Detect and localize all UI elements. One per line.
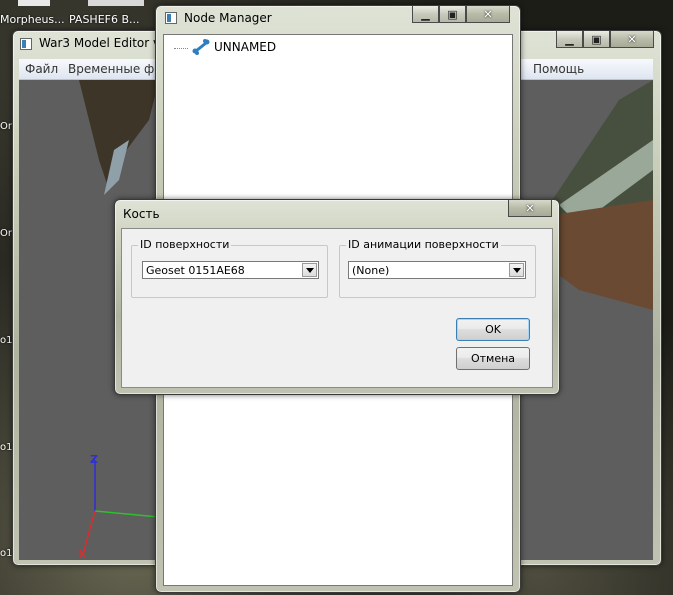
window-title: Node Manager — [184, 11, 272, 25]
geoset-group-label: ID поверхности — [138, 238, 232, 251]
axis-z-label: Z — [90, 453, 98, 466]
close-icon: ✕ — [483, 7, 493, 21]
app-icon — [20, 38, 32, 50]
tree-connector — [174, 47, 188, 49]
chevron-down-icon[interactable] — [509, 263, 524, 277]
geoset-id-value: Geoset 0151AE68 — [146, 264, 245, 277]
minimize-button[interactable]: ▁ — [556, 31, 583, 48]
menu-animation[interactable]: Временные фа — [68, 62, 162, 76]
dialog-title: Кость — [123, 207, 160, 221]
close-button[interactable]: ✕ — [610, 31, 654, 48]
maximize-icon: ▣ — [591, 32, 602, 46]
desktop-edge-label: o1 — [0, 335, 13, 346]
close-icon: ✕ — [627, 32, 637, 46]
desktop-icon-label-morpheus[interactable]: Morpheus... — [0, 13, 65, 26]
minimize-icon: ▁ — [421, 7, 430, 21]
axis-x-line — [83, 510, 96, 551]
geoset-group: ID поверхности Geoset 0151AE68 — [131, 238, 328, 298]
ok-button[interactable]: OK — [456, 318, 530, 341]
minimize-icon: ▁ — [565, 32, 574, 46]
desktop-edge-label: o1 — [0, 548, 13, 559]
geoset-anim-id-value: (None) — [352, 264, 390, 277]
cancel-button[interactable]: Отмена — [456, 347, 530, 370]
axis-x-label: X — [78, 548, 87, 560]
desktop-edge-label: o1 — [0, 442, 13, 453]
geoset-id-select[interactable]: Geoset 0151AE68 — [142, 261, 319, 279]
menu-file[interactable]: Файл — [25, 62, 58, 76]
caption-buttons: ▁ ▣ ✕ — [412, 6, 510, 23]
bone-icon — [192, 39, 210, 55]
close-button[interactable]: ✕ — [466, 6, 510, 23]
tree-item[interactable]: UNNAMED — [174, 39, 276, 55]
geoset-anim-id-select[interactable]: (None) — [348, 261, 526, 279]
geoset-anim-group: ID анимации поверхности (None) — [339, 238, 536, 298]
desktop-icon-thumb-2[interactable] — [88, 0, 144, 6]
desktop-edge-label: Or — [0, 121, 12, 132]
close-button[interactable]: ✕ — [508, 200, 552, 217]
caption-buttons: ✕ — [508, 200, 552, 217]
tree-item-label: UNNAMED — [214, 40, 277, 54]
maximize-button[interactable]: ▣ — [439, 6, 466, 23]
dialog-client: ID поверхности Geoset 0151AE68 ID анимац… — [121, 228, 553, 388]
minimize-button[interactable]: ▁ — [412, 6, 439, 23]
close-icon: ✕ — [525, 201, 535, 215]
geoset-anim-group-label: ID анимации поверхности — [346, 238, 501, 251]
caption-buttons: ▁ ▣ ✕ — [556, 31, 654, 48]
desktop-icon-thumb[interactable] — [18, 0, 50, 6]
maximize-button[interactable]: ▣ — [583, 31, 610, 48]
desktop-edge-label: Or — [0, 228, 12, 239]
app-icon — [165, 12, 177, 24]
menu-help[interactable]: Помощь — [533, 62, 584, 76]
chevron-down-icon[interactable] — [302, 263, 317, 277]
window-title: War3 Model Editor v1 — [39, 36, 168, 50]
bone-dialog[interactable]: Кость ✕ ID поверхности Geoset 0151AE68 I… — [114, 199, 560, 395]
maximize-icon: ▣ — [447, 7, 458, 21]
desktop-icon-label-pashef[interactable]: PASHEF6 B... — [69, 13, 140, 26]
